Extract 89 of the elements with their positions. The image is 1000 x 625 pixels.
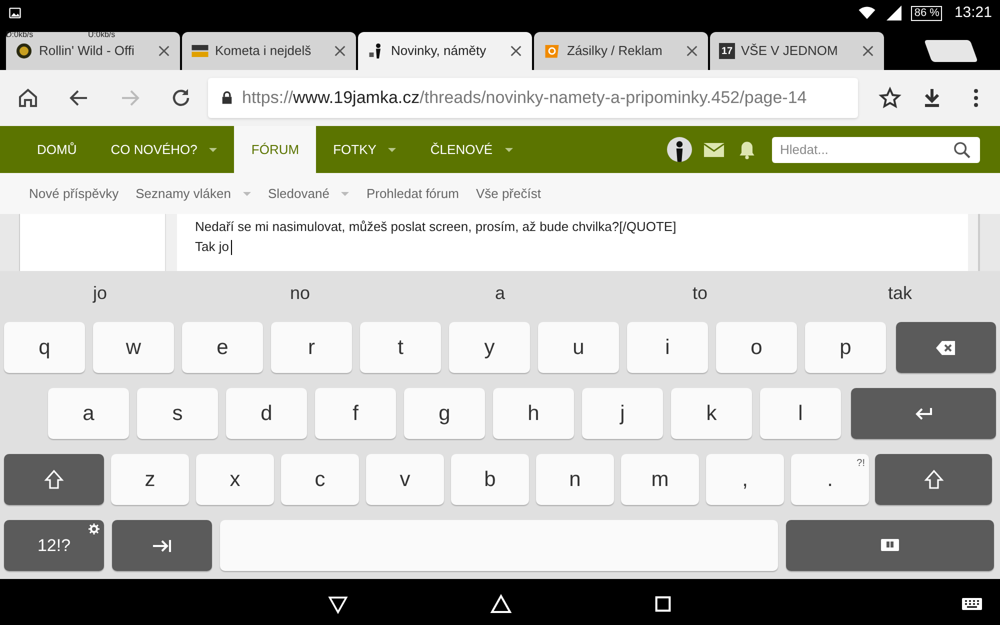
key[interactable]: t [360, 322, 441, 373]
search-icon [952, 140, 972, 160]
key[interactable]: s [137, 388, 218, 439]
key[interactable]: h [493, 388, 574, 439]
browser-tab[interactable]: Novinky, náměty [358, 32, 532, 70]
subnav-link[interactable]: Vše přečíst [476, 184, 541, 204]
key[interactable]: f [315, 388, 396, 439]
favicon [543, 42, 561, 60]
close-icon[interactable] [861, 44, 875, 58]
favicon [15, 42, 33, 60]
key[interactable]: y [449, 322, 530, 373]
gear-icon [88, 523, 100, 535]
key[interactable]: v [366, 454, 444, 505]
key-hint: ?! [856, 457, 865, 471]
browser-tab[interactable]: 17 VŠE V JEDNOM [710, 32, 884, 70]
close-icon[interactable] [509, 44, 523, 58]
clock: 13:21 [954, 2, 992, 23]
home-icon[interactable] [16, 86, 40, 110]
subnav-link[interactable]: Seznamy vláken [136, 184, 251, 204]
suggestion[interactable]: to [600, 280, 800, 306]
upload-speed: U:0kb/s [88, 31, 116, 39]
nav-tab[interactable]: DOMŮ [20, 126, 94, 173]
key[interactable] [875, 454, 992, 505]
key[interactable]: p [805, 322, 886, 373]
avatar[interactable] [667, 137, 692, 162]
nav-tab[interactable]: ČLENOVÉ [413, 126, 530, 173]
home-icon[interactable] [489, 592, 513, 616]
search-field[interactable]: Hledat... [772, 136, 980, 162]
key[interactable]: n [536, 454, 614, 505]
key[interactable]: d [226, 388, 307, 439]
editor-text: Nedaří se mi nasimulovat, můžeš poslat screen, prosím, až bude chvilka?[/QUOTE] [195, 218, 676, 236]
key[interactable] [896, 322, 996, 373]
key[interactable]: x [196, 454, 274, 505]
key[interactable]: b [451, 454, 529, 505]
browser-tab[interactable]: Kometa i nejdelš [182, 32, 356, 70]
search-input[interactable]: Hledat... [780, 140, 952, 160]
shift-icon [42, 468, 66, 492]
suggestion[interactable]: jo [0, 280, 200, 306]
recents-icon[interactable] [653, 594, 673, 614]
key[interactable]: l [760, 388, 841, 439]
favicon [191, 42, 209, 60]
subnav-link[interactable]: Prohledat fórum [366, 184, 459, 204]
close-icon[interactable] [685, 44, 699, 58]
battery-level: 86 % [911, 6, 942, 20]
suggestion[interactable]: tak [800, 280, 1000, 306]
key[interactable]: e [182, 322, 263, 373]
key[interactable]: m [621, 454, 699, 505]
nav-tab[interactable]: FOTKY [316, 126, 414, 173]
browser-tab[interactable]: Zásilky / Reklam [534, 32, 708, 70]
image-icon [8, 6, 22, 20]
tab-title: VŠE V JEDNOM [741, 42, 839, 60]
tab-title: Kometa i nejdelš [215, 42, 312, 60]
text-editor[interactable]: Nedaří se mi nasimulovat, můžeš poslat screen, prosím, až bude chvilka?[/QUOTE] Tak jo [177, 214, 968, 271]
key[interactable]: g [404, 388, 485, 439]
nav-tab[interactable]: CO NOVÉHO? [94, 126, 234, 173]
lock-icon [220, 91, 234, 105]
key[interactable]: . ?! [791, 454, 869, 505]
key[interactable]: u [538, 322, 619, 373]
key[interactable]: , [706, 454, 784, 505]
key[interactable]: j [582, 388, 663, 439]
suggestion[interactable]: no [200, 280, 400, 306]
editor-text: Tak jo [195, 238, 229, 256]
key[interactable]: c [281, 454, 359, 505]
key[interactable]: r [271, 322, 352, 373]
key[interactable]: q [4, 322, 85, 373]
subnav-link[interactable]: Nové příspěvky [29, 184, 119, 204]
key[interactable]: w [93, 322, 174, 373]
nav-tab[interactable]: FÓRUM [234, 126, 316, 173]
favicon: 17 [719, 43, 735, 59]
key[interactable]: a [48, 388, 129, 439]
address-bar[interactable]: https://www.19jamka.cz/threads/novinky-namety-a-pripominky.452/page-14 [208, 78, 858, 118]
text-cursor [230, 240, 232, 254]
subnav-link[interactable]: Sledované [268, 184, 350, 204]
suggestion[interactable]: a [400, 280, 600, 306]
tab-title: Rollin' Wild - Offi [39, 42, 136, 60]
key[interactable] [4, 454, 104, 505]
key[interactable]: i [627, 322, 708, 373]
key[interactable]: o [716, 322, 797, 373]
close-icon[interactable] [333, 44, 347, 58]
url-text: https://www.19jamka.cz/threads/novinky-namety-a-pripominky.452/page-14 [242, 87, 807, 110]
key[interactable]: k [671, 388, 752, 439]
signal-icon [885, 4, 904, 22]
close-icon[interactable] [157, 44, 171, 58]
tab-title: Novinky, náměty [391, 42, 488, 60]
shift-icon [922, 468, 946, 492]
key[interactable]: z [111, 454, 189, 505]
key[interactable]: 12!? [4, 520, 104, 571]
star-icon[interactable] [878, 86, 902, 110]
tab-title: Zásilky / Reklam [567, 42, 664, 60]
